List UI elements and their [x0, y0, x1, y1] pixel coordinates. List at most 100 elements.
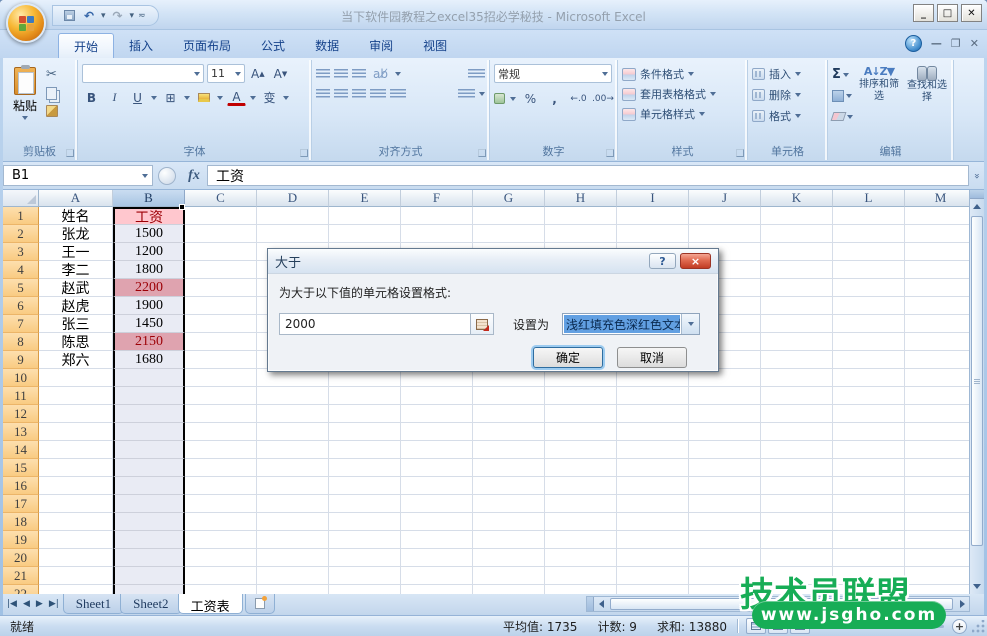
range-picker-button[interactable]	[471, 313, 494, 335]
cell-A20[interactable]	[39, 549, 113, 567]
cell-D21[interactable]	[257, 567, 329, 585]
cell-J12[interactable]	[689, 405, 761, 423]
undo-dropdown-icon[interactable]: ▾	[101, 11, 106, 21]
cell-E16[interactable]	[329, 477, 401, 495]
cell-D13[interactable]	[257, 423, 329, 441]
cell-B10[interactable]	[113, 369, 185, 387]
cell-K15[interactable]	[761, 459, 833, 477]
column-header-A[interactable]: A	[39, 190, 113, 207]
cell-M8[interactable]	[905, 333, 969, 351]
alignment-dialog-launcher-icon[interactable]	[478, 149, 486, 157]
cell-M17[interactable]	[905, 495, 969, 513]
cell-F13[interactable]	[401, 423, 473, 441]
find-select-button[interactable]: 查找和选择	[905, 64, 949, 142]
row-header-7[interactable]: 7	[3, 315, 39, 333]
sort-filter-button[interactable]: A↓Z▼ 排序和筛选	[857, 64, 901, 142]
cell-K17[interactable]	[761, 495, 833, 513]
cell-L10[interactable]	[833, 369, 905, 387]
cell-D22[interactable]	[257, 585, 329, 594]
cell-C15[interactable]	[185, 459, 257, 477]
cell-B19[interactable]	[113, 531, 185, 549]
cell-K1[interactable]	[761, 207, 833, 225]
cell-L3[interactable]	[833, 243, 905, 261]
cell-A18[interactable]	[39, 513, 113, 531]
cell-H12[interactable]	[545, 405, 617, 423]
align-top-icon[interactable]	[316, 69, 330, 79]
cell-E21[interactable]	[329, 567, 401, 585]
font-size-combo[interactable]: 11	[207, 64, 245, 83]
cell-L8[interactable]	[833, 333, 905, 351]
dialog-help-icon[interactable]: ?	[649, 253, 676, 269]
cell-I21[interactable]	[617, 567, 689, 585]
cell-A14[interactable]	[39, 441, 113, 459]
cell-M15[interactable]	[905, 459, 969, 477]
shrink-font-icon[interactable]: A▼	[271, 64, 291, 83]
sheet-tab-工资表[interactable]: 工资表	[178, 594, 243, 614]
cell-M9[interactable]	[905, 351, 969, 369]
cell-D14[interactable]	[257, 441, 329, 459]
cell-C10[interactable]	[185, 369, 257, 387]
comma-style-button[interactable]: ,	[545, 89, 564, 108]
cell-G17[interactable]	[473, 495, 545, 513]
cells-item-0[interactable]: 插入	[752, 66, 823, 82]
cell-E22[interactable]	[329, 585, 401, 594]
cell-A9[interactable]: 郑六	[39, 351, 113, 369]
accounting-dropdown-icon[interactable]	[510, 97, 516, 101]
cell-C17[interactable]	[185, 495, 257, 513]
scroll-left-icon[interactable]	[594, 597, 608, 611]
row-header-14[interactable]: 14	[3, 441, 39, 459]
cell-J19[interactable]	[689, 531, 761, 549]
cell-M22[interactable]	[905, 585, 969, 594]
cell-L16[interactable]	[833, 477, 905, 495]
cell-F16[interactable]	[401, 477, 473, 495]
cell-G12[interactable]	[473, 405, 545, 423]
cell-A7[interactable]: 张三	[39, 315, 113, 333]
cell-A4[interactable]: 李二	[39, 261, 113, 279]
column-header-E[interactable]: E	[329, 190, 401, 207]
tab-开始[interactable]: 开始	[58, 33, 114, 58]
font-dialog-launcher-icon[interactable]	[300, 149, 308, 157]
column-header-C[interactable]: C	[185, 190, 257, 207]
decrease-indent-icon[interactable]	[370, 89, 386, 99]
row-header-13[interactable]: 13	[3, 423, 39, 441]
save-icon[interactable]	[61, 8, 77, 24]
cell-B3[interactable]: 1200	[113, 243, 185, 261]
cell-L1[interactable]	[833, 207, 905, 225]
cell-L19[interactable]	[833, 531, 905, 549]
merge-center-icon[interactable]	[458, 89, 475, 99]
cell-E12[interactable]	[329, 405, 401, 423]
column-header-K[interactable]: K	[761, 190, 833, 207]
cell-E19[interactable]	[329, 531, 401, 549]
cell-B9[interactable]: 1680	[113, 351, 185, 369]
cell-G1[interactable]	[473, 207, 545, 225]
row-header-19[interactable]: 19	[3, 531, 39, 549]
cell-B18[interactable]	[113, 513, 185, 531]
cell-H2[interactable]	[545, 225, 617, 243]
column-header-G[interactable]: G	[473, 190, 545, 207]
cell-M18[interactable]	[905, 513, 969, 531]
orientation-icon[interactable]: ab̸	[370, 64, 391, 83]
cell-I22[interactable]	[617, 585, 689, 594]
vertical-split-handle[interactable]	[970, 190, 984, 199]
cell-M21[interactable]	[905, 567, 969, 585]
cell-A3[interactable]: 王一	[39, 243, 113, 261]
column-header-M[interactable]: M	[905, 190, 969, 207]
cell-J14[interactable]	[689, 441, 761, 459]
cell-G11[interactable]	[473, 387, 545, 405]
tab-页面布局[interactable]: 页面布局	[168, 33, 246, 58]
name-box-dropdown-icon[interactable]	[142, 174, 148, 178]
cell-H1[interactable]	[545, 207, 617, 225]
cell-M2[interactable]	[905, 225, 969, 243]
column-header-I[interactable]: I	[617, 190, 689, 207]
name-box[interactable]: B1	[3, 165, 153, 186]
format-painter-icon[interactable]	[46, 105, 58, 117]
customize-qat-icon[interactable]: ≂	[138, 11, 146, 21]
cell-E15[interactable]	[329, 459, 401, 477]
cell-L7[interactable]	[833, 315, 905, 333]
row-header-20[interactable]: 20	[3, 549, 39, 567]
cell-H19[interactable]	[545, 531, 617, 549]
row-header-6[interactable]: 6	[3, 297, 39, 315]
next-sheet-icon[interactable]: ▶	[36, 599, 43, 609]
last-sheet-icon[interactable]: ▶|	[49, 599, 59, 609]
cell-C9[interactable]	[185, 351, 257, 369]
